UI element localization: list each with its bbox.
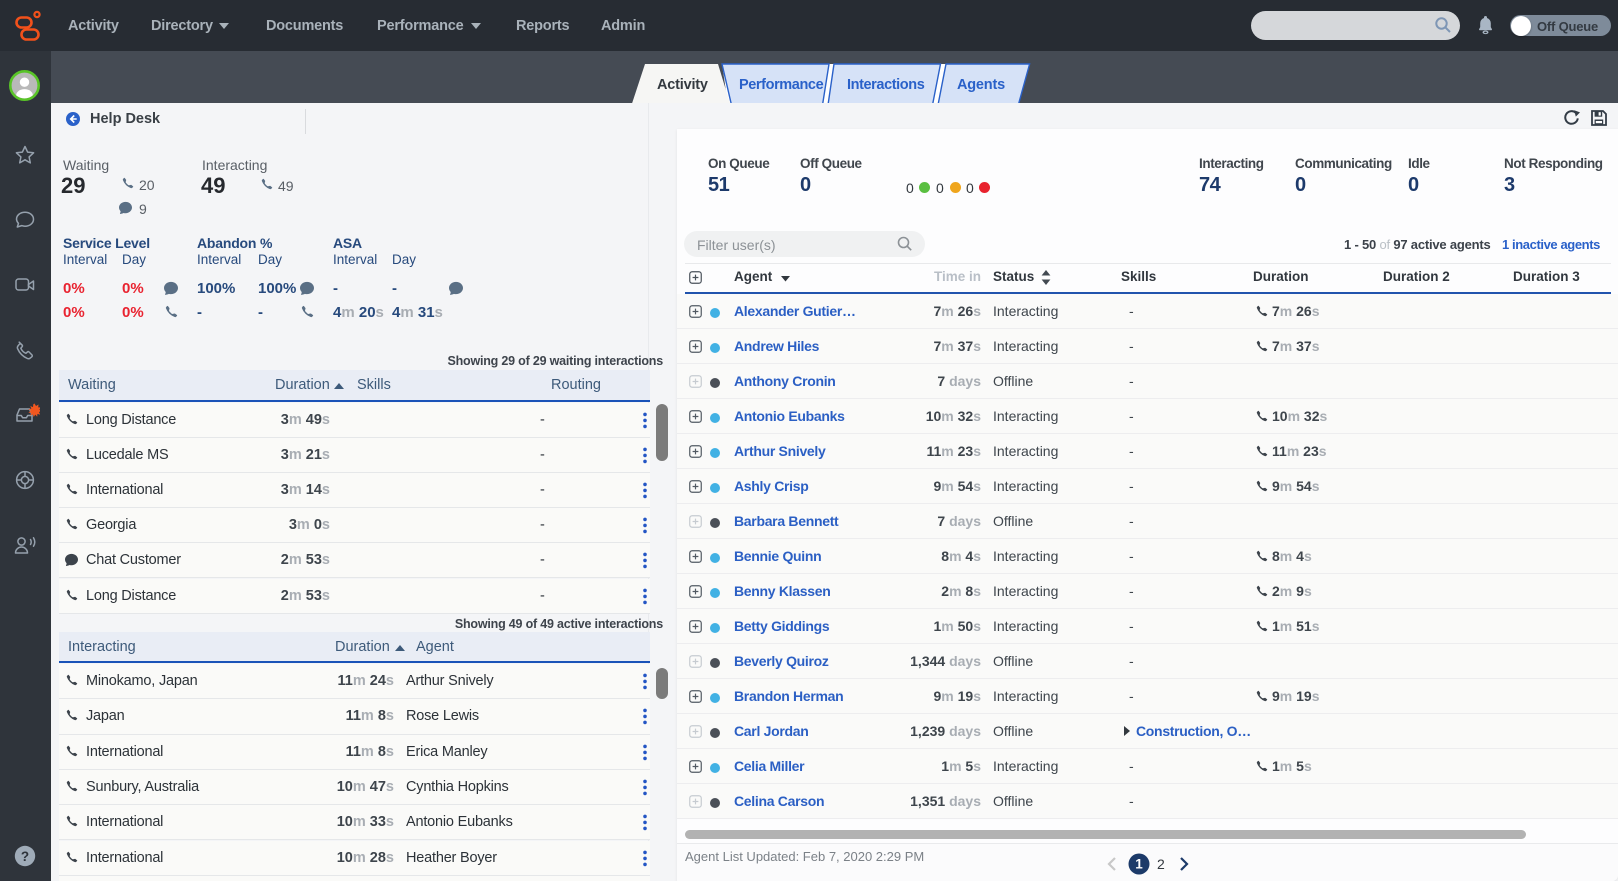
svg-text:?: ? [21, 849, 29, 864]
svg-text:1: 1 [1135, 857, 1143, 872]
